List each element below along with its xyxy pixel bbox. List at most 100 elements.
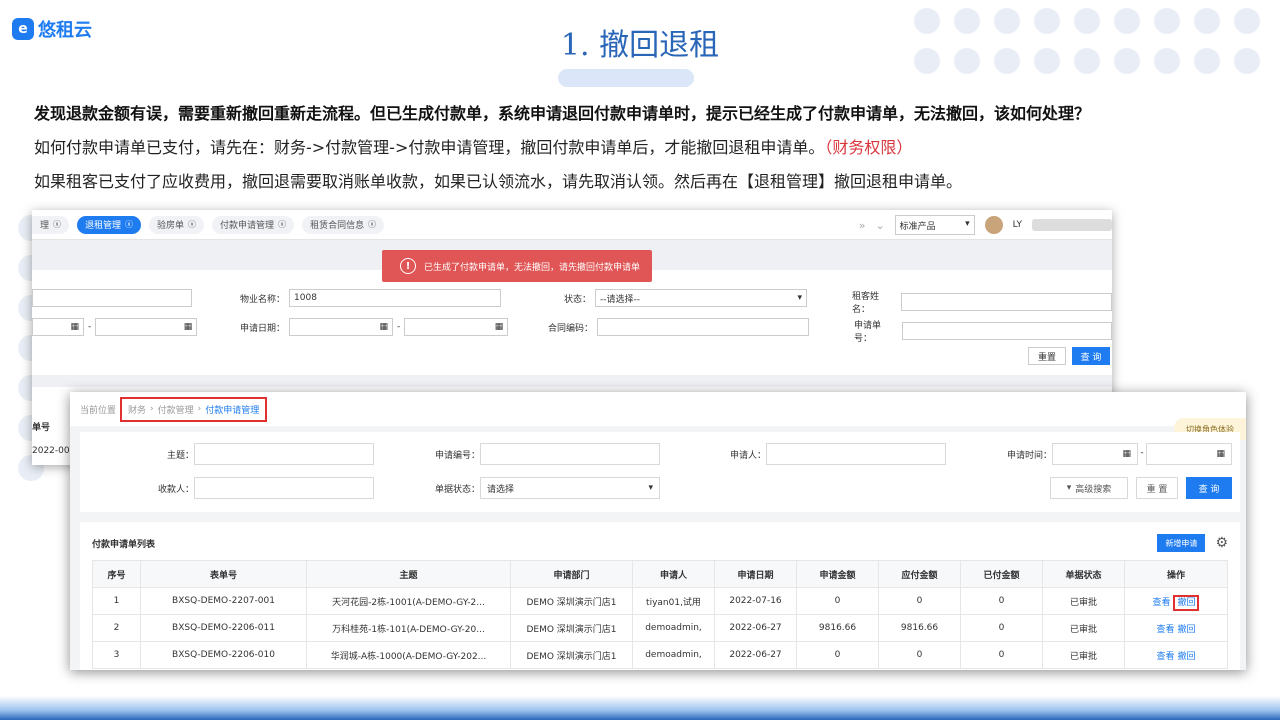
breadcrumb-prefix: 当前位置 [80, 405, 117, 416]
cell-subject: 万科桂苑-1栋-101(A-DEMO-GY-20... [306, 614, 511, 642]
col-form-no: 表单号 [140, 560, 307, 588]
first-filter-input[interactable] [32, 289, 192, 307]
close-icon[interactable]: ⓧ [53, 219, 61, 230]
apply-time-end[interactable]: ▦ [1146, 443, 1232, 465]
cell-payable: 0 [878, 641, 961, 669]
view-link[interactable]: 查看 [1157, 625, 1175, 635]
payee-input[interactable] [194, 477, 374, 499]
payee-label: 收款人： [157, 485, 194, 495]
cell-form-no: BXSQ-DEMO-2206-011 [140, 614, 307, 642]
avatar[interactable] [984, 216, 1003, 234]
gear-icon[interactable]: ⚙ [1215, 535, 1228, 551]
tab-inspection[interactable]: 验房单 ⓧ [149, 215, 205, 234]
cell-paid: 0 [960, 641, 1043, 669]
alert-icon: ! [400, 258, 416, 274]
withdraw-link[interactable]: 撤回 [1177, 625, 1195, 635]
close-icon[interactable]: ⓧ [278, 219, 286, 230]
breadcrumb-bar: 当前位置 财务 › 付款管理 › 付款申请管理 [70, 392, 1246, 426]
tab-label: 验房单 [157, 221, 185, 231]
view-link[interactable]: 查看 [1153, 598, 1171, 608]
chevron-down-icon[interactable]: ⌄ [875, 219, 884, 232]
applicant-label: 申请人： [729, 451, 766, 461]
payment-request-table: 序号 表单号 主题 申请部门 申请人 申请日期 申请金额 应付金额 已付金额 单… [92, 560, 1228, 669]
applicant-input[interactable] [766, 443, 946, 465]
subject-input[interactable] [194, 443, 374, 465]
contract-input[interactable] [597, 318, 810, 336]
date-start-input[interactable]: ▦ [32, 318, 84, 336]
title-underline-pill [558, 69, 694, 87]
cell-no: 2 [92, 614, 141, 642]
col-date: 申请日期 [714, 560, 797, 588]
advanced-search-button[interactable]: ▾ 高级搜索 [1050, 477, 1128, 499]
cell-date: 2022-07-16 [714, 587, 797, 615]
table-row: 2 BXSQ-DEMO-2206-011 万科桂苑-1栋-101(A-DEMO-… [92, 614, 1228, 642]
close-icon[interactable]: ⓧ [125, 219, 133, 230]
tab-refund-management[interactable]: 退租管理 ⓧ [77, 215, 142, 234]
breadcrumb-item-finance[interactable]: 财务 [128, 403, 146, 416]
row-form-no: 2022-00 [32, 446, 70, 456]
cell-apply-amount: 0 [796, 641, 879, 669]
tab-bar: 理 ⓧ 退租管理 ⓧ 验房单 ⓧ 付款申请管理 ⓧ 租赁合同信息 ⓧ » ⌄ 标… [32, 210, 1112, 240]
reset-button[interactable]: 重置 [1028, 347, 1066, 365]
double-chevron-icon[interactable]: » [859, 219, 866, 232]
apply-no-input[interactable] [480, 443, 660, 465]
col-applicant: 申请人 [632, 560, 715, 588]
col-apply-amount: 申请金额 [796, 560, 879, 588]
cell-no: 1 [92, 587, 141, 615]
close-icon[interactable]: ⓧ [368, 219, 376, 230]
calendar-icon: ▦ [183, 322, 193, 332]
view-link[interactable]: 查看 [1157, 652, 1175, 662]
filter-panel: 主题： 申请编号： 申请人： 申请时间： ▦ - ▦ 收款人： 单据状态： 请选… [80, 432, 1240, 512]
new-request-button[interactable]: 新增申请 [1157, 534, 1206, 552]
contract-label: 合同编码： [548, 323, 594, 334]
withdraw-link[interactable]: 撤回 [1173, 594, 1200, 611]
tenant-input[interactable] [900, 293, 1112, 311]
answer-1: 如何付款申请单已支付，请先在：财务->付款管理->付款申请管理，撤回付款申请单后… [34, 134, 912, 158]
query-button[interactable]: 查 询 [1072, 347, 1110, 365]
caret-icon: ▾ [797, 293, 803, 303]
property-label: 物业名称： [240, 294, 286, 305]
cell-status: 已审批 [1042, 614, 1125, 642]
breadcrumb-item-payment-management[interactable]: 付款管理 [158, 403, 194, 416]
col-dept: 申请部门 [510, 560, 633, 588]
tab-partial[interactable]: 理 ⓧ [32, 215, 70, 234]
close-icon[interactable]: ⓧ [188, 219, 196, 230]
col-actions: 操作 [1124, 560, 1228, 588]
payment-request-screenshot: 当前位置 财务 › 付款管理 › 付款申请管理 切换角色体验 主题： 申请编号：… [70, 392, 1246, 670]
tab-lease-contract[interactable]: 租赁合同信息 ⓧ [302, 215, 385, 234]
apply-no-input[interactable] [902, 322, 1112, 340]
col-paid: 已付金额 [960, 560, 1043, 588]
apply-no-label: 申请单号： [854, 321, 882, 344]
cell-no: 3 [92, 641, 141, 669]
doc-status-value: 请选择 [487, 484, 515, 495]
query-button[interactable]: 查 询 [1186, 477, 1232, 499]
calendar-icon: ▦ [1122, 449, 1131, 459]
col-subject: 主题 [306, 560, 511, 588]
tab-payment-request[interactable]: 付款申请管理 ⓧ [212, 215, 295, 234]
reset-button[interactable]: 重 置 [1136, 477, 1178, 499]
doc-status-select[interactable]: 请选择 ▾ [480, 477, 660, 499]
cell-apply-amount: 9816.66 [796, 614, 879, 642]
table-row: 3 BXSQ-DEMO-2206-010 华润城-A栋-1000(A-DEMO-… [92, 641, 1228, 669]
breadcrumb-current: 付款申请管理 [205, 405, 260, 416]
tabbar-right: » ⌄ 标准产品 ▾ LY [859, 215, 1112, 235]
date-separator: - [1140, 448, 1144, 458]
apply-date-start[interactable]: ▦ [289, 318, 394, 336]
date-end-input[interactable]: ▦ [95, 318, 198, 336]
cell-payable: 9816.66 [878, 614, 961, 642]
status-select[interactable]: --请选择-- ▾ [595, 289, 808, 307]
cell-applicant: demoadmin, [632, 641, 715, 669]
apply-date-label: 申请日期： [240, 323, 286, 334]
cell-status: 已审批 [1042, 641, 1125, 669]
apply-time-start[interactable]: ▦ [1052, 443, 1138, 465]
section-divider [32, 375, 1112, 387]
apply-date-end[interactable]: ▦ [404, 318, 509, 336]
caret-icon: ▾ [965, 219, 970, 229]
withdraw-link[interactable]: 撤回 [1177, 652, 1195, 662]
cell-actions: 查看 撤回 [1124, 641, 1228, 669]
col-status: 单据状态 [1042, 560, 1125, 588]
product-select[interactable]: 标准产品 ▾ [894, 215, 975, 235]
cell-applicant: demoadmin, [632, 614, 715, 642]
property-input[interactable]: 1008 [289, 289, 502, 307]
toast-message: 已生成了付款申请单，无法撤回，请先撤回付款申请单 [424, 262, 641, 273]
